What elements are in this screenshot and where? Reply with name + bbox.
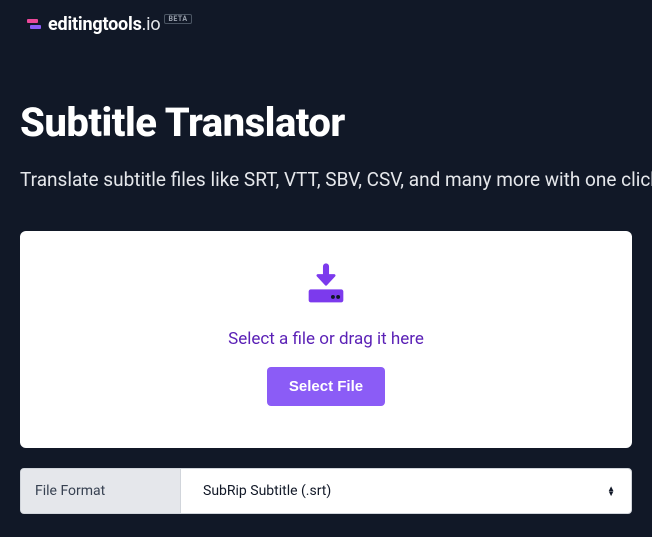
file-format-row: File Format SubRip Subtitle (.srt) ▲▼	[20, 468, 632, 514]
upload-dropzone[interactable]: Select a file or drag it here Select Fil…	[20, 231, 632, 448]
download-icon	[300, 259, 352, 315]
file-format-selected: SubRip Subtitle (.srt)	[203, 483, 331, 499]
brand-name-suffix: .io	[142, 14, 161, 35]
select-file-button[interactable]: Select File	[267, 367, 385, 406]
upload-prompt: Select a file or drag it here	[228, 329, 424, 349]
select-sort-icon: ▲▼	[607, 486, 615, 496]
brand-name-bold: editingtools	[48, 14, 142, 35]
upload-area: Select a file or drag it here Select Fil…	[0, 191, 652, 448]
file-format-select[interactable]: SubRip Subtitle (.srt) ▲▼	[181, 469, 631, 513]
brand-logo-link[interactable]: editingtools.io BETA	[26, 14, 192, 35]
file-format-label: File Format	[21, 469, 181, 513]
page-subtitle: Translate subtitle files like SRT, VTT, …	[0, 146, 652, 191]
brand-name: editingtools.io	[48, 14, 160, 35]
brand-mark-icon	[26, 17, 42, 33]
beta-badge: BETA	[164, 14, 191, 24]
header-bar: editingtools.io BETA	[0, 0, 652, 45]
page-title: Subtitle Translator	[0, 45, 652, 146]
